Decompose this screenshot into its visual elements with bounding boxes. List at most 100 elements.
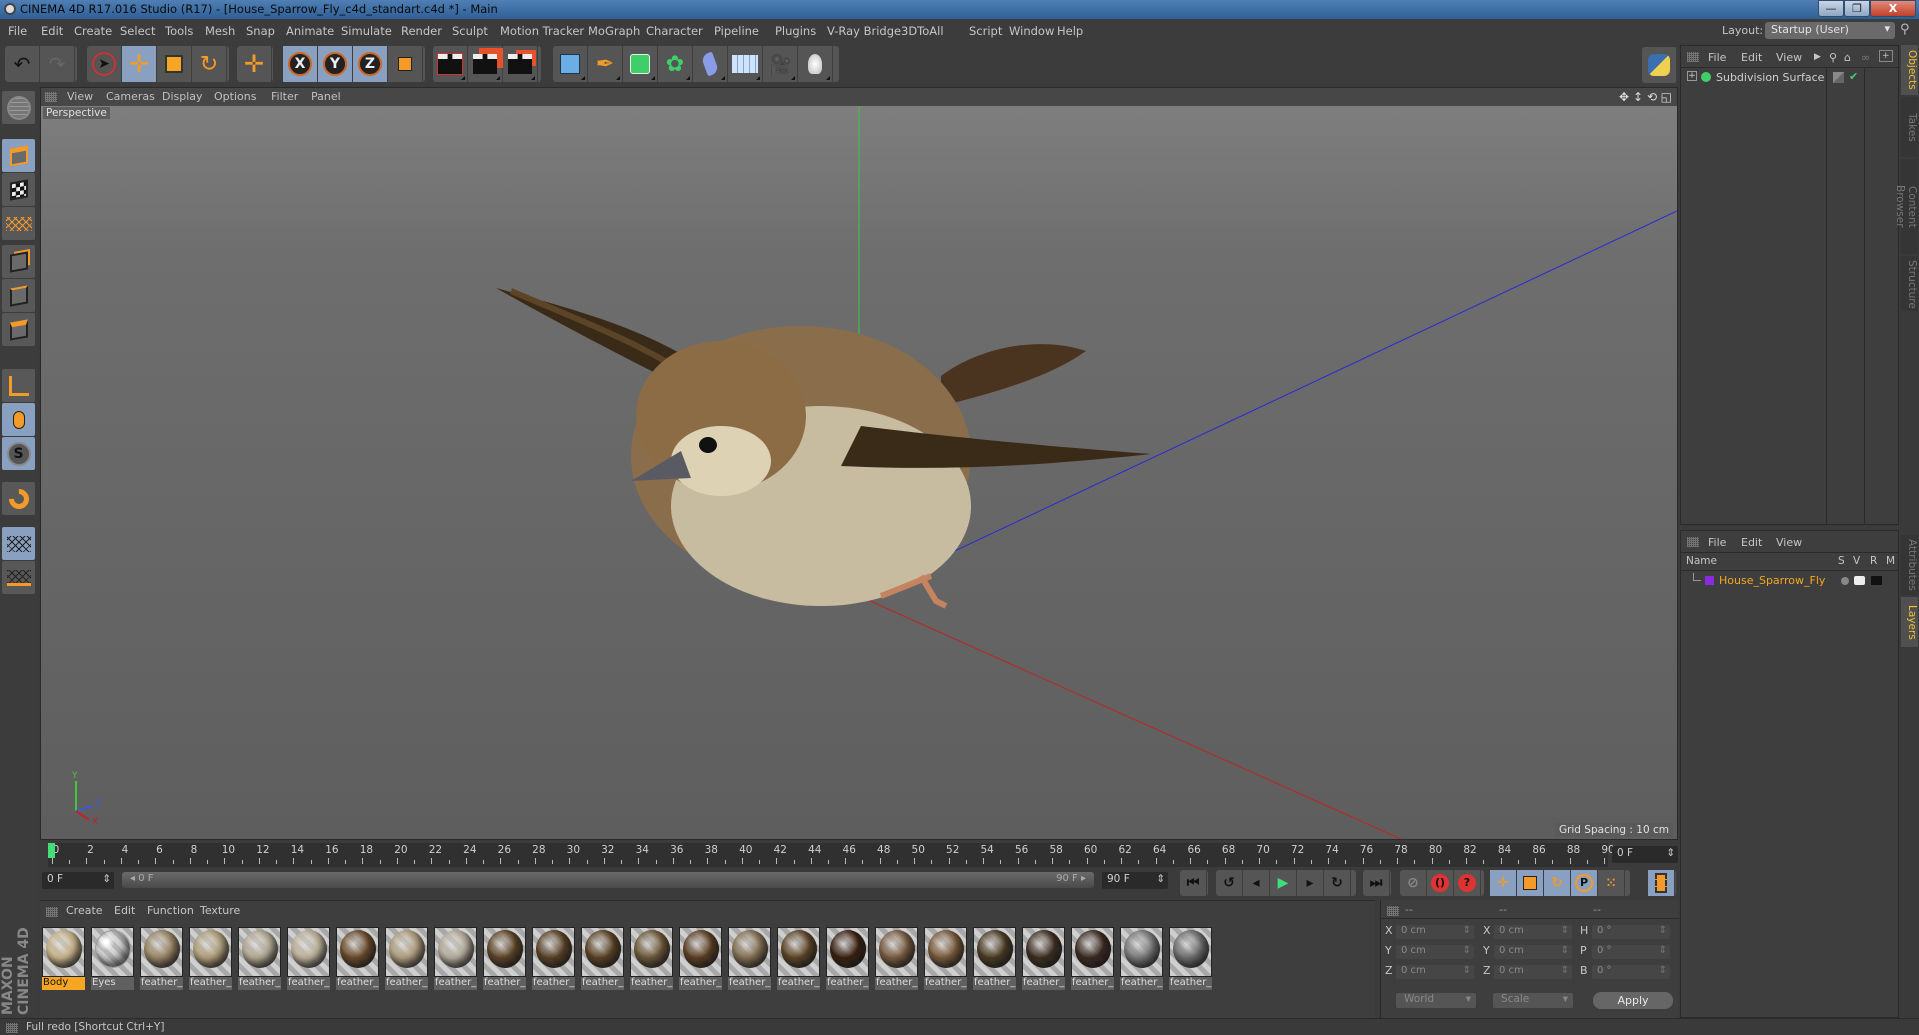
next-key-button[interactable]: ↻ xyxy=(1324,870,1351,896)
timeline-window-button[interactable] xyxy=(1648,870,1675,896)
expand-icon[interactable]: + xyxy=(1687,71,1697,81)
menu-sculpt[interactable]: Sculpt xyxy=(452,24,488,38)
material-swatch[interactable]: feather_ xyxy=(189,927,232,990)
coordinate-mode-select[interactable]: Scale ▾ xyxy=(1493,993,1573,1008)
viewport-menu-options[interactable]: Options xyxy=(214,90,256,103)
current-frame-field[interactable]: 0 F ⇕ xyxy=(1612,846,1678,863)
spinner-icon[interactable]: ⇕ xyxy=(1659,965,1667,976)
menu-edit[interactable]: Edit xyxy=(1741,51,1762,64)
viewport-menu-display[interactable]: Display xyxy=(162,90,203,103)
go-to-end-button[interactable]: ⏭ xyxy=(1363,870,1390,896)
more-arrow-icon[interactable]: ▶ xyxy=(1814,52,1821,62)
viewport-menu-filter[interactable]: Filter xyxy=(271,90,298,103)
search-icon[interactable]: ⚲ xyxy=(1900,22,1910,37)
menu-create[interactable]: Create xyxy=(74,24,112,38)
apply-button[interactable]: Apply xyxy=(1593,992,1673,1009)
menu-simulate[interactable]: Simulate xyxy=(341,24,392,38)
material-swatch[interactable]: feather_ xyxy=(434,927,477,990)
rotate-view-icon[interactable]: ⟲ xyxy=(1647,90,1657,104)
material-swatch[interactable]: feather_ xyxy=(679,927,722,990)
previous-key-button[interactable]: ↺ xyxy=(1216,870,1243,896)
bend-deformer-button[interactable] xyxy=(693,46,728,82)
new-panel-icon[interactable]: + xyxy=(1879,50,1893,62)
scale-key-button[interactable] xyxy=(1517,870,1544,896)
tweak-mode-button[interactable] xyxy=(2,403,35,436)
camera-button[interactable]: 🎥 xyxy=(763,46,798,82)
y-axis-button[interactable]: Y xyxy=(318,46,353,82)
side-tab-attributes[interactable]: Attributes xyxy=(1901,535,1918,595)
column-name[interactable]: Name xyxy=(1686,555,1717,567)
viewport-canvas[interactable]: Y X Z Perspective Grid Spacing : 10 cm xyxy=(41,106,1677,839)
close-button[interactable]: X xyxy=(1870,0,1916,17)
drag-handle[interactable] xyxy=(45,92,57,102)
menu-file[interactable]: File xyxy=(1708,536,1726,549)
search-icon[interactable]: ⚲ xyxy=(1829,51,1837,64)
menu-window[interactable]: Window xyxy=(1009,24,1054,38)
keyframe-selection-button[interactable]: ? xyxy=(1454,870,1481,896)
drag-handle[interactable] xyxy=(46,907,58,917)
record-button[interactable]: ⊘ xyxy=(1400,870,1427,896)
spinner-icon[interactable]: ⇕ xyxy=(1561,965,1569,976)
menu-view[interactable]: View xyxy=(1776,536,1802,549)
parameter-key-button[interactable]: P xyxy=(1571,870,1598,896)
column-r[interactable]: R xyxy=(1870,555,1877,567)
material-swatch[interactable]: feather_ xyxy=(336,927,379,990)
material-swatch[interactable]: feather_ xyxy=(140,927,183,990)
material-swatch[interactable]: feather_ xyxy=(483,927,526,990)
render-picture-viewer-button[interactable] xyxy=(468,46,503,82)
move-button[interactable]: ✛ xyxy=(122,46,157,82)
material-swatch[interactable]: feather_ xyxy=(581,927,624,990)
polygons-mode-button[interactable] xyxy=(2,313,35,346)
size-y-field[interactable]: 0 cm ⇕ xyxy=(1494,945,1572,959)
spinner-icon[interactable]: ⇕ xyxy=(1666,847,1675,859)
solo-button[interactable]: S xyxy=(2,437,35,470)
solo-dot-icon[interactable] xyxy=(1841,577,1849,585)
material-swatch[interactable]: feather_ xyxy=(826,927,869,990)
size-z-field[interactable]: 0 cm ⇕ xyxy=(1494,965,1572,979)
play-button[interactable]: ▶ xyxy=(1270,870,1297,896)
camera-label[interactable]: Perspective xyxy=(43,107,110,119)
minimize-button[interactable]: — xyxy=(1818,0,1844,17)
material-swatch[interactable]: feather_ xyxy=(1120,927,1163,990)
layout-select[interactable]: Startup (User) ▾ xyxy=(1765,22,1895,39)
editor-visibility-icon[interactable] xyxy=(1833,72,1844,83)
light-button[interactable] xyxy=(798,46,833,82)
menu-tools[interactable]: Tools xyxy=(165,24,193,38)
menu-render[interactable]: Render xyxy=(401,24,442,38)
object-name[interactable]: Subdivision Surface xyxy=(1716,71,1824,84)
planar-workplane-button[interactable] xyxy=(2,561,35,594)
spinner-icon[interactable]: ⇕ xyxy=(1659,945,1667,956)
side-tab-takes[interactable]: Takes xyxy=(1901,97,1918,157)
position-x-field[interactable]: 0 cm ⇕ xyxy=(1396,925,1474,939)
snapping-button[interactable] xyxy=(2,482,35,515)
side-tab-structure[interactable]: Structure xyxy=(1901,256,1918,311)
material-menu-create[interactable]: Create xyxy=(66,904,103,917)
menu-v-ray-bridge[interactable]: V-Ray Bridge xyxy=(827,24,901,38)
spinner-icon[interactable]: ⇕ xyxy=(1561,945,1569,956)
side-tab-layers[interactable]: Layers xyxy=(1901,597,1918,647)
rotation-key-button[interactable]: ↻ xyxy=(1544,870,1571,896)
material-swatch[interactable]: Body xyxy=(42,927,85,990)
live-selection-button[interactable]: ➤ xyxy=(87,46,122,82)
column-m[interactable]: M xyxy=(1886,555,1895,567)
previous-frame-button[interactable]: ◂ xyxy=(1243,870,1270,896)
material-swatch[interactable]: feather_ xyxy=(385,927,428,990)
material-swatch[interactable]: feather_ xyxy=(630,927,673,990)
move-view-icon[interactable]: ✥ xyxy=(1619,90,1629,104)
column-s[interactable]: S xyxy=(1838,555,1845,567)
restore-button[interactable]: ❐ xyxy=(1844,0,1870,17)
side-tab-content-browser[interactable]: Content Browser xyxy=(1894,159,1918,254)
workplane-mode-button[interactable] xyxy=(2,207,35,240)
column-v[interactable]: V xyxy=(1853,555,1860,567)
spinner-icon[interactable]: ⇕ xyxy=(1659,925,1667,936)
menu-script[interactable]: Script xyxy=(969,24,1002,38)
material-swatch[interactable]: feather_ xyxy=(532,927,575,990)
start-frame-field[interactable]: 0 F ⇕ xyxy=(42,872,114,889)
x-axis-button[interactable]: X xyxy=(283,46,318,82)
preview-range-slider[interactable]: ◂ 0 F 90 F ▸ xyxy=(122,872,1094,888)
cube-button[interactable] xyxy=(553,46,588,82)
rotation-h-field[interactable]: 0 ° ⇕ xyxy=(1592,925,1670,939)
subdivision-surface-button[interactable] xyxy=(623,46,658,82)
spinner-icon[interactable]: ⇕ xyxy=(102,873,111,885)
viewport-menu-view[interactable]: View xyxy=(67,90,93,103)
